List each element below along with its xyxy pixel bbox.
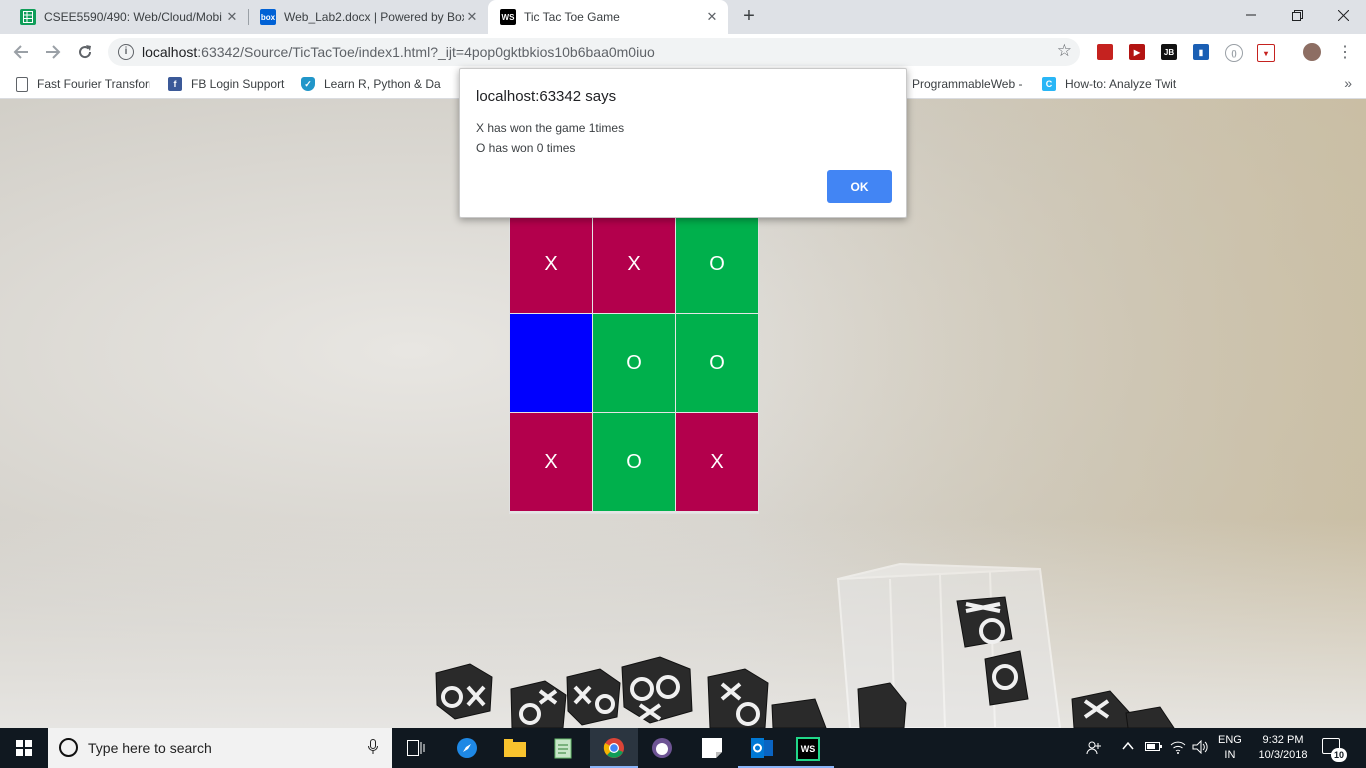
bookmark-fft[interactable]: Fast Fourier Transform	[16, 76, 150, 92]
board-cell[interactable]: X	[510, 215, 592, 313]
dialog-message-line: X has won the game 1times	[476, 121, 625, 135]
extension-bookmark-icon[interactable]: ▮	[1193, 44, 1209, 60]
bookmark-star-icon[interactable]: ☆	[1057, 41, 1072, 61]
board-cell[interactable]: X	[510, 413, 592, 511]
close-tab-icon[interactable]: ✕	[224, 9, 240, 25]
volume-icon[interactable]	[1192, 739, 1210, 757]
minimize-icon[interactable]	[1228, 0, 1274, 30]
tab-title: CSEE5590/490: Web/Cloud/Mobi	[44, 10, 222, 24]
chevron-up-icon[interactable]	[1122, 740, 1134, 755]
tab-spreadsheet[interactable]: CSEE5590/490: Web/Cloud/Mobi ✕	[8, 0, 248, 34]
tab-title: Web_Lab2.docx | Powered by Box	[284, 10, 464, 24]
board-cell[interactable]: X	[593, 215, 675, 313]
close-window-icon[interactable]	[1320, 0, 1366, 30]
extension-media-icon[interactable]: ▶	[1129, 44, 1145, 60]
battery-icon[interactable]	[1145, 740, 1163, 755]
url-path: :63342/Source/TicTacToe/index1.html?_ijt…	[197, 44, 655, 60]
dialog-title: localhost:63342 says	[476, 88, 617, 105]
github-cat-icon[interactable]	[648, 734, 676, 762]
close-tab-icon[interactable]: ✕	[464, 9, 480, 25]
board-cell[interactable]: O	[593, 314, 675, 412]
more-bookmarks-icon[interactable]: »	[1344, 75, 1352, 91]
restore-icon[interactable]	[1274, 0, 1320, 30]
bookmark-programmableweb[interactable]: ProgrammableWeb -	[912, 76, 1024, 92]
extension-jetbrains-icon[interactable]: JB	[1161, 44, 1177, 60]
sticky-notes-icon[interactable]	[698, 734, 726, 762]
notepad-plus-icon[interactable]	[550, 734, 578, 762]
c-icon: C	[1042, 77, 1056, 91]
browser-toolbar: i localhost:63342/Source/TicTacToe/index…	[0, 34, 1366, 70]
bookmark-label: How-to: Analyze Twit	[1065, 77, 1177, 91]
bookmark-label: Fast Fourier Transform	[37, 77, 150, 91]
tab-box-document[interactable]: box Web_Lab2.docx | Powered by Box ✕	[248, 0, 488, 34]
back-arrow-icon[interactable]	[9, 40, 33, 64]
cortana-icon	[59, 738, 78, 757]
tab-tic-tac-toe[interactable]: WS Tic Tac Toe Game ✕	[488, 0, 728, 34]
dialog-message: X has won the game 1times O has won 0 ti…	[476, 118, 624, 158]
dialog-message-line: O has won 0 times	[476, 141, 576, 155]
board-cell[interactable]: X	[676, 413, 758, 511]
safari-compass-icon[interactable]	[453, 734, 481, 762]
microphone-icon[interactable]	[368, 739, 378, 758]
url-text: localhost:63342/Source/TicTacToe/index1.…	[142, 44, 655, 60]
outlook-icon[interactable]	[748, 734, 776, 762]
bookmark-fb-login[interactable]: f FB Login Support	[168, 76, 288, 92]
chrome-icon[interactable]	[600, 734, 628, 762]
language-code: ENG	[1218, 734, 1242, 746]
google-sheets-icon	[20, 9, 36, 25]
extension-shield-icon[interactable]: ▾	[1257, 44, 1275, 62]
ok-button[interactable]: OK	[827, 170, 892, 203]
close-tab-icon[interactable]: ✕	[704, 9, 720, 25]
forward-arrow-icon[interactable]	[41, 40, 65, 64]
clock-time: 9:32 PM	[1262, 734, 1304, 746]
bookmark-analyze-twitter[interactable]: C How-to: Analyze Twit	[1042, 76, 1182, 92]
webstorm-icon: WS	[500, 9, 516, 25]
box-icon: box	[260, 9, 276, 25]
input-language-indicator[interactable]: ENG IN	[1218, 733, 1242, 763]
site-info-icon[interactable]: i	[118, 44, 134, 60]
address-bar[interactable]: i localhost:63342/Source/TicTacToe/index…	[108, 38, 1080, 66]
taskbar-search-box[interactable]: Type here to search	[48, 728, 392, 768]
board-cell[interactable]	[510, 314, 592, 412]
taskbar-clock[interactable]: 9:32 PM 10/3/2018	[1252, 733, 1314, 763]
windows-start-icon[interactable]	[0, 728, 48, 768]
alert-dialog: localhost:63342 says X has won the game …	[459, 68, 907, 218]
notification-count-badge: 10	[1331, 748, 1347, 762]
bookmark-label: Learn R, Python & Da	[324, 77, 441, 91]
people-icon[interactable]	[1086, 740, 1102, 759]
bookmark-learn-r[interactable]: ✓ Learn R, Python & Da	[301, 76, 441, 92]
windows-taskbar: Type here to search WS ENG IN 9:32 PM 10…	[0, 728, 1366, 768]
board-cell[interactable]: O	[676, 215, 758, 313]
menu-dots-icon[interactable]: ⋮	[1333, 40, 1357, 64]
profile-avatar-icon[interactable]	[1303, 43, 1321, 61]
task-view-icon[interactable]	[402, 734, 430, 762]
bookmark-label: FB Login Support	[191, 77, 285, 91]
clock-date: 10/3/2018	[1258, 749, 1308, 761]
wifi-icon[interactable]	[1170, 740, 1186, 757]
reload-icon[interactable]	[73, 40, 97, 64]
region-code: IN	[1224, 749, 1236, 761]
search-placeholder: Type here to search	[88, 740, 212, 756]
webstorm-taskbar-icon[interactable]: WS	[796, 737, 820, 761]
file-explorer-icon[interactable]	[501, 734, 529, 762]
bookmark-label: ProgrammableWeb -	[912, 77, 1023, 91]
page-icon	[16, 76, 28, 92]
tab-strip: CSEE5590/490: Web/Cloud/Mobi ✕ box Web_L…	[0, 0, 1366, 34]
shield-icon: ✓	[301, 77, 315, 91]
extension-circle-icon[interactable]: ()	[1225, 44, 1243, 62]
facebook-icon: f	[168, 77, 182, 91]
new-tab-icon[interactable]: +	[738, 5, 760, 27]
tic-tac-toe-board: XXOOOXOX	[509, 214, 759, 514]
board-cell[interactable]: O	[676, 314, 758, 412]
url-host: localhost	[142, 44, 198, 60]
extension-book-icon[interactable]	[1097, 44, 1113, 60]
tab-title: Tic Tac Toe Game	[524, 10, 620, 24]
board-cell[interactable]: O	[593, 413, 675, 511]
